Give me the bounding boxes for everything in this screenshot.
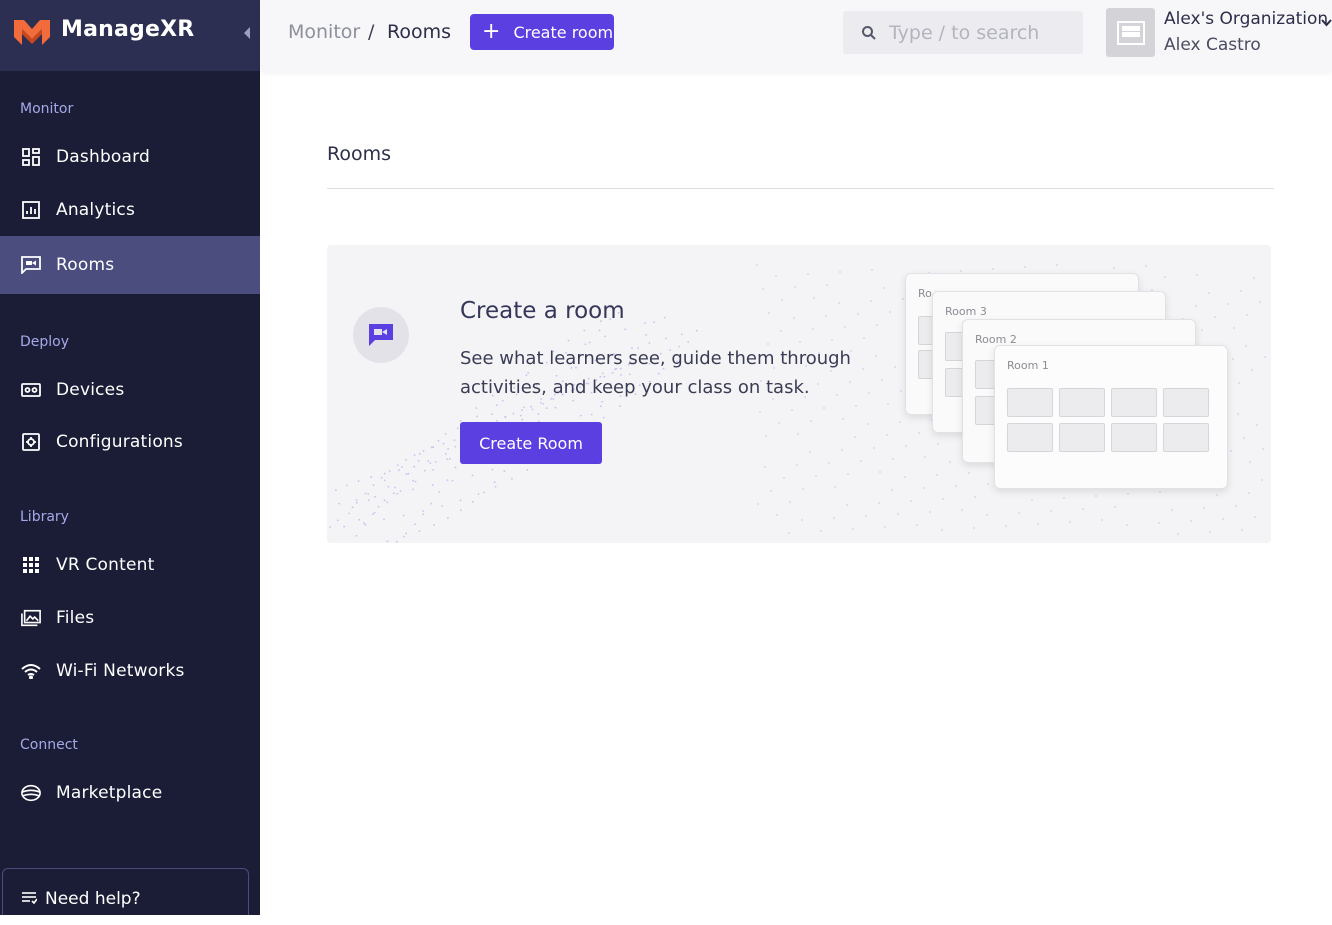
- org-name[interactable]: Alex's Organization: [1164, 9, 1328, 29]
- sidebar-item-marketplace[interactable]: Marketplace: [0, 768, 260, 818]
- create-room-cta-label: Create Room: [479, 433, 583, 453]
- section-label-monitor: Monitor: [20, 101, 74, 117]
- room-card-label: Room 3: [945, 305, 987, 318]
- create-room-cta-button[interactable]: Create Room: [460, 422, 602, 464]
- sidebar-item-label: Wi-Fi Networks: [56, 661, 185, 681]
- room-card-label: Ro: [918, 287, 932, 300]
- sidebar-item-wifi-networks[interactable]: Wi-Fi Networks: [0, 646, 260, 696]
- room-cell: [1059, 423, 1105, 452]
- collapse-sidebar-icon[interactable]: [244, 27, 250, 39]
- room-cell: [975, 396, 995, 425]
- sidebar-item-devices[interactable]: Devices: [0, 365, 260, 415]
- image-icon: [21, 608, 41, 628]
- wifi-icon: [21, 661, 41, 681]
- breadcrumb-current: Rooms: [387, 21, 452, 43]
- create-room-button[interactable]: + Create room: [470, 14, 614, 50]
- room-cell: [1163, 388, 1209, 417]
- sidebar-item-label: Marketplace: [56, 783, 163, 803]
- help-list-icon: [21, 891, 37, 905]
- hero-title: Create a room: [460, 298, 625, 324]
- room-card-illustration: Room 1: [994, 345, 1228, 489]
- chevron-down-icon[interactable]: [1321, 12, 1332, 31]
- grid-icon: [21, 555, 41, 575]
- search-placeholder: Type / to search: [889, 21, 1040, 44]
- sidebar-item-rooms[interactable]: Rooms: [0, 236, 260, 294]
- org-avatar[interactable]: [1106, 8, 1155, 57]
- sidebar-item-label: Rooms: [56, 255, 115, 275]
- create-room-label: Create room: [513, 22, 614, 42]
- analytics-icon: [21, 200, 41, 220]
- section-label-deploy: Deploy: [20, 334, 70, 350]
- room-card-label: Room 1: [1007, 359, 1049, 372]
- room-cell: [1007, 388, 1053, 417]
- sidebar-item-configurations[interactable]: Configurations: [0, 417, 260, 467]
- sidebar-item-label: Dashboard: [56, 147, 151, 167]
- create-room-hero: Create a room See what learners see, gui…: [327, 245, 1271, 543]
- sidebar-item-files[interactable]: Files: [0, 593, 260, 643]
- rooms-icon: [21, 255, 41, 275]
- marketplace-icon: [21, 783, 41, 803]
- app-root: ManageXR Monitor Dashboard Analytics Roo…: [0, 0, 1332, 925]
- page-title: Rooms: [327, 143, 392, 165]
- sidebar-item-analytics[interactable]: Analytics: [0, 185, 260, 235]
- room-cell: [1111, 423, 1157, 452]
- sidebar-item-label: Configurations: [56, 432, 183, 452]
- room-cell: [1059, 388, 1105, 417]
- search-icon: [861, 25, 877, 41]
- brand-name: ManageXR: [61, 17, 195, 42]
- sidebar-item-vr-content[interactable]: VR Content: [0, 540, 260, 590]
- breadcrumb-monitor[interactable]: Monitor: [288, 21, 360, 43]
- help-label: Need help?: [45, 889, 141, 909]
- sidebar-item-label: VR Content: [56, 555, 155, 575]
- room-video-icon: [353, 307, 409, 363]
- sidebar-item-label: Devices: [56, 380, 125, 400]
- topbar: Monitor / Rooms + Create room Type / to …: [260, 0, 1332, 71]
- gear-icon: [21, 432, 41, 452]
- section-label-connect: Connect: [20, 737, 78, 753]
- dashboard-icon: [21, 147, 41, 167]
- search-input[interactable]: Type / to search: [843, 11, 1083, 54]
- room-cell: [1111, 388, 1157, 417]
- user-name: Alex Castro: [1164, 35, 1261, 55]
- title-divider: [327, 188, 1274, 189]
- room-cell: [1163, 423, 1209, 452]
- room-cell: [975, 360, 995, 389]
- breadcrumb-separator: /: [368, 21, 375, 43]
- need-help-button[interactable]: Need help?: [2, 868, 249, 915]
- sidebar-item-label: Analytics: [56, 200, 135, 220]
- sidebar-item-label: Files: [56, 608, 95, 628]
- sidebar-item-dashboard[interactable]: Dashboard: [0, 132, 260, 182]
- brand-header: ManageXR: [0, 0, 260, 71]
- managexr-logo-icon: [14, 20, 50, 45]
- room-cell: [1007, 423, 1053, 452]
- plus-icon: +: [482, 19, 501, 44]
- building-icon: [1116, 20, 1145, 45]
- sidebar: ManageXR Monitor Dashboard Analytics Roo…: [0, 0, 260, 915]
- section-label-library: Library: [20, 509, 69, 525]
- headset-icon: [21, 380, 41, 400]
- hero-description: See what learners see, guide them throug…: [460, 348, 851, 398]
